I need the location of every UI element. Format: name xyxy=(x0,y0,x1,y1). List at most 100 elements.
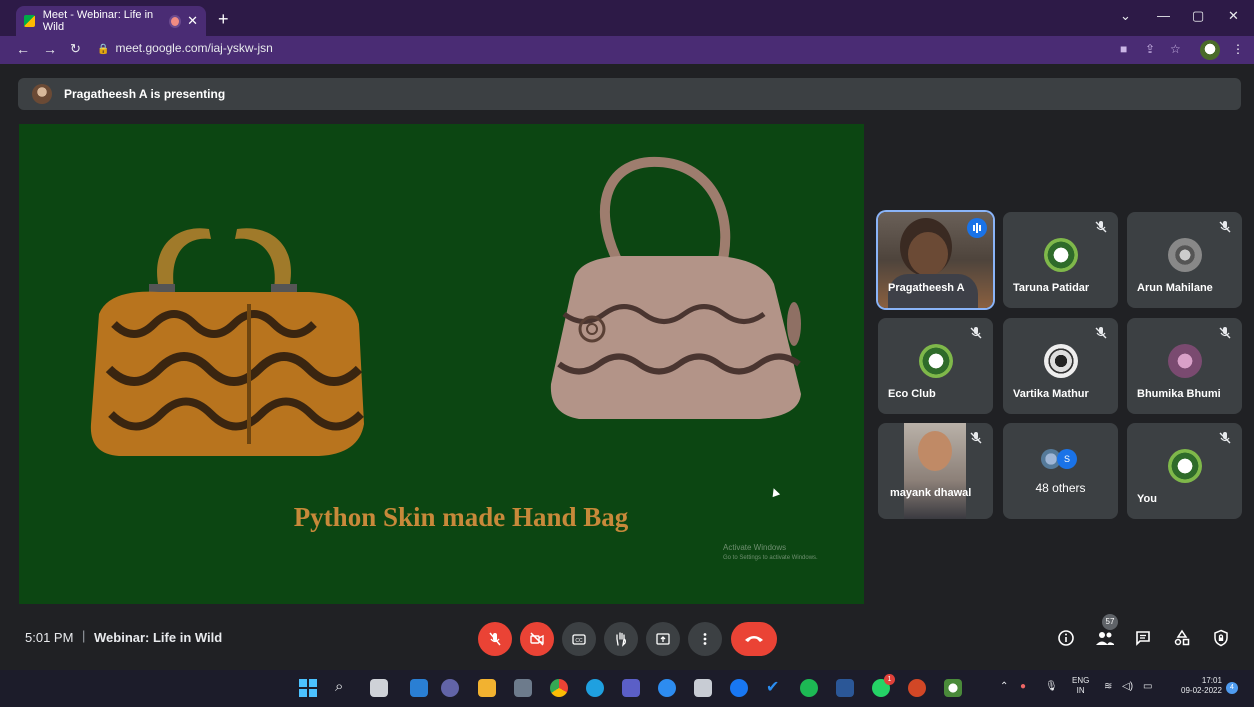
task-view-icon[interactable] xyxy=(370,679,388,697)
leave-call-button[interactable] xyxy=(731,622,777,656)
camera-toggle-button[interactable] xyxy=(520,622,554,656)
participant-tile-taruna[interactable]: Taruna Patidar xyxy=(1003,212,1118,308)
notification-badge[interactable]: 4 xyxy=(1226,682,1238,694)
share-icon[interactable]: ⇪ xyxy=(1145,42,1155,56)
chat-button[interactable] xyxy=(1131,626,1155,650)
chat-icon xyxy=(1136,631,1150,646)
present-button[interactable] xyxy=(646,622,680,656)
browser-menu-icon[interactable]: ⋮ xyxy=(1232,42,1244,56)
language-code: ENG xyxy=(1072,676,1090,685)
profile-avatar[interactable] xyxy=(1200,40,1220,60)
todo-icon[interactable]: ✔ xyxy=(766,677,779,697)
windows-taskbar: ⌕ ✔ 1 ⌃ ● 🎙 ENG IN ≋ ◁) ▭ 17:01 09-02-20… xyxy=(0,670,1254,707)
watermark-line2: Go to Settings to activate Windows. xyxy=(723,555,818,561)
python-bag-left xyxy=(90,228,364,456)
tray-app-icon[interactable]: ● xyxy=(1020,681,1026,692)
participant-name: Bhumika Bhumi xyxy=(1137,388,1221,400)
edge-icon[interactable] xyxy=(586,679,604,697)
tab-close-icon[interactable]: ✕ xyxy=(187,13,198,29)
meeting-clock: 5:01 PM xyxy=(25,630,74,645)
telegram-icon[interactable] xyxy=(658,679,676,697)
presenting-text: Pragatheesh A is presenting xyxy=(64,87,226,101)
tab-title: Meet - Webinar: Life in Wild xyxy=(42,9,154,33)
camera-in-use-icon[interactable]: ■ xyxy=(1120,42,1127,56)
others-count: 48 others xyxy=(1035,481,1086,495)
url-field[interactable]: 🔒 meet.google.com/iaj-yskw-jsn xyxy=(97,41,273,55)
battery-icon[interactable]: ▭ xyxy=(1143,681,1152,692)
volume-icon[interactable]: ◁) xyxy=(1122,681,1133,692)
reload-button[interactable]: ↻ xyxy=(70,41,81,57)
participant-avatar xyxy=(1043,344,1078,378)
activities-button[interactable] xyxy=(1170,626,1194,650)
back-button[interactable]: ← xyxy=(16,41,30,57)
participant-name: Taruna Patidar xyxy=(1013,282,1090,294)
mic-off-icon xyxy=(1219,221,1231,233)
mic-off-icon xyxy=(1095,327,1107,339)
participant-tile-you[interactable]: You xyxy=(1127,423,1242,519)
mic-off-icon xyxy=(970,432,982,444)
people-count-badge: 57 xyxy=(1102,614,1118,630)
mic-off-icon xyxy=(1219,432,1231,444)
present-screen-icon xyxy=(656,633,670,645)
hand-icon xyxy=(616,632,626,647)
chat-app-icon[interactable] xyxy=(441,679,459,697)
participant-tile-arun[interactable]: Arun Mahilane xyxy=(1127,212,1242,308)
end-call-icon xyxy=(745,636,763,642)
mic-toggle-button[interactable] xyxy=(478,622,512,656)
lock-icon: 🔒 xyxy=(97,44,110,55)
url-text: meet.google.com/iaj-yskw-jsn xyxy=(115,41,273,55)
chevron-up-icon[interactable]: ⌃ xyxy=(1000,681,1008,692)
participant-tile-pragatheesh[interactable]: Pragatheesh A xyxy=(878,212,993,308)
microphone-icon[interactable]: 🎙 xyxy=(1045,681,1058,692)
powerpoint-icon[interactable] xyxy=(908,679,926,697)
spotify-icon[interactable] xyxy=(800,679,818,697)
close-window-button[interactable]: ✕ xyxy=(1228,8,1239,24)
browser-tab[interactable]: Meet - Webinar: Life in Wild ✕ xyxy=(16,6,206,36)
whatsapp-badge: 1 xyxy=(884,674,895,685)
minimize-button[interactable]: — xyxy=(1157,8,1170,23)
raise-hand-button[interactable] xyxy=(604,622,638,656)
participant-tile-vartika[interactable]: Vartika Mathur xyxy=(1003,318,1118,414)
tab-search-icon[interactable]: ⌄ xyxy=(1120,8,1131,24)
host-controls-button[interactable] xyxy=(1209,626,1233,650)
participant-name: Arun Mahilane xyxy=(1137,282,1213,294)
file-explorer-icon[interactable] xyxy=(478,679,496,697)
participant-tile-mayank[interactable]: mayank dhawal xyxy=(878,423,993,519)
restore-button[interactable]: ▢ xyxy=(1192,8,1204,24)
activities-icon xyxy=(1174,629,1190,646)
more-options-button[interactable] xyxy=(688,622,722,656)
activate-windows-watermark: Activate Windows Go to Settings to activ… xyxy=(723,542,818,564)
app-icon[interactable] xyxy=(836,679,854,697)
system-clock[interactable]: 17:01 09-02-2022 xyxy=(1181,676,1222,696)
participant-name: You xyxy=(1137,493,1157,505)
address-bar-row: ← → ↻ 🔒 meet.google.com/iaj-yskw-jsn ■ ⇪ … xyxy=(0,36,1254,64)
meet-app-icon[interactable] xyxy=(944,679,962,697)
wifi-icon[interactable]: ≋ xyxy=(1104,681,1112,692)
camera-off-icon xyxy=(530,632,544,646)
svg-text:CC: CC xyxy=(575,638,583,644)
python-bag-right xyxy=(550,156,801,419)
participant-avatar xyxy=(918,344,953,378)
participant-tile-others[interactable]: S 48 others xyxy=(1003,423,1118,519)
facebook-icon[interactable] xyxy=(730,679,748,697)
teams-icon[interactable] xyxy=(622,679,640,697)
meeting-details-button[interactable] xyxy=(1054,626,1078,650)
reader-icon[interactable] xyxy=(694,679,712,697)
search-icon[interactable]: ⌕ xyxy=(335,678,343,695)
widgets-icon[interactable] xyxy=(410,679,428,697)
chrome-icon[interactable] xyxy=(550,679,568,697)
new-tab-button[interactable]: + xyxy=(218,9,229,30)
language-indicator[interactable]: ENG IN xyxy=(1072,676,1089,696)
windows-start-icon[interactable] xyxy=(299,679,317,697)
calculator-icon[interactable] xyxy=(514,679,532,697)
slide-title: Python Skin made Hand Bag xyxy=(293,502,629,532)
participant-tile-eco-club[interactable]: Eco Club xyxy=(878,318,993,414)
people-button[interactable] xyxy=(1093,626,1117,650)
captions-button[interactable]: CC xyxy=(562,622,596,656)
participant-tile-bhumika[interactable]: Bhumika Bhumi xyxy=(1127,318,1242,414)
speaking-indicator-icon xyxy=(967,218,987,238)
forward-button[interactable]: → xyxy=(43,41,57,57)
browser-tab-bar: Meet - Webinar: Life in Wild ✕ + ⌄ — ▢ ✕ xyxy=(0,0,1254,36)
bookmark-star-icon[interactable]: ☆ xyxy=(1170,42,1181,56)
recording-indicator-icon xyxy=(171,16,180,26)
